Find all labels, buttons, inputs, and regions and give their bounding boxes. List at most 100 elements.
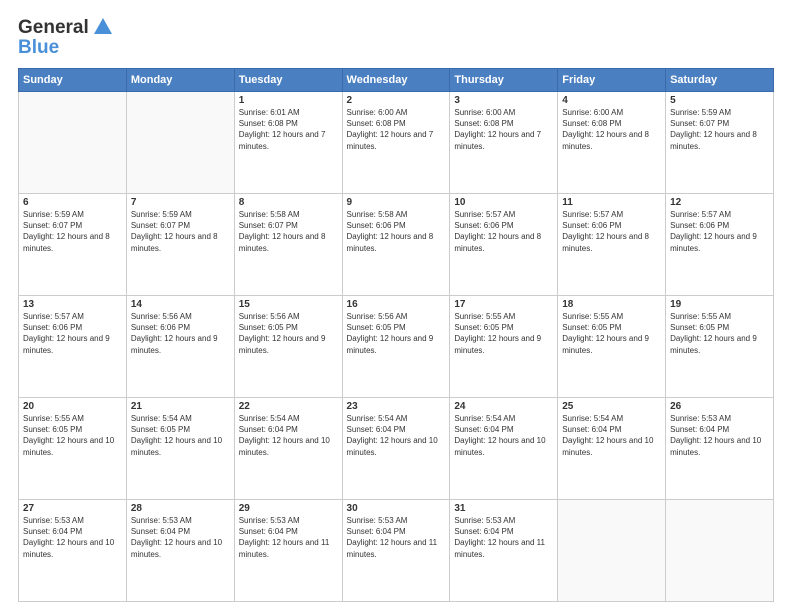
cell-info: Sunrise: 5:54 AMSunset: 6:04 PMDaylight:… — [347, 413, 446, 458]
day-number: 24 — [454, 401, 553, 412]
calendar-cell: 31Sunrise: 5:53 AMSunset: 6:04 PMDayligh… — [450, 499, 558, 601]
calendar-cell: 12Sunrise: 5:57 AMSunset: 6:06 PMDayligh… — [666, 193, 774, 295]
weekday-header-row: SundayMondayTuesdayWednesdayThursdayFrid… — [19, 68, 774, 91]
calendar-cell: 6Sunrise: 5:59 AMSunset: 6:07 PMDaylight… — [19, 193, 127, 295]
week-row-3: 13Sunrise: 5:57 AMSunset: 6:06 PMDayligh… — [19, 295, 774, 397]
cell-info: Sunrise: 5:55 AMSunset: 6:05 PMDaylight:… — [23, 413, 122, 458]
calendar-cell: 4Sunrise: 6:00 AMSunset: 6:08 PMDaylight… — [558, 91, 666, 193]
calendar-cell: 24Sunrise: 5:54 AMSunset: 6:04 PMDayligh… — [450, 397, 558, 499]
day-number: 22 — [239, 401, 338, 412]
day-number: 16 — [347, 299, 446, 310]
calendar-cell — [666, 499, 774, 601]
cell-info: Sunrise: 5:57 AMSunset: 6:06 PMDaylight:… — [23, 311, 122, 356]
day-number: 29 — [239, 503, 338, 514]
week-row-5: 27Sunrise: 5:53 AMSunset: 6:04 PMDayligh… — [19, 499, 774, 601]
calendar-cell: 26Sunrise: 5:53 AMSunset: 6:04 PMDayligh… — [666, 397, 774, 499]
day-number: 14 — [131, 299, 230, 310]
calendar-cell: 15Sunrise: 5:56 AMSunset: 6:05 PMDayligh… — [234, 295, 342, 397]
calendar-cell: 16Sunrise: 5:56 AMSunset: 6:05 PMDayligh… — [342, 295, 450, 397]
day-number: 27 — [23, 503, 122, 514]
cell-info: Sunrise: 5:53 AMSunset: 6:04 PMDaylight:… — [347, 515, 446, 560]
cell-info: Sunrise: 5:56 AMSunset: 6:05 PMDaylight:… — [347, 311, 446, 356]
cell-info: Sunrise: 5:59 AMSunset: 6:07 PMDaylight:… — [131, 209, 230, 254]
cell-info: Sunrise: 5:54 AMSunset: 6:04 PMDaylight:… — [562, 413, 661, 458]
cell-info: Sunrise: 5:54 AMSunset: 6:04 PMDaylight:… — [239, 413, 338, 458]
calendar-cell: 23Sunrise: 5:54 AMSunset: 6:04 PMDayligh… — [342, 397, 450, 499]
weekday-thursday: Thursday — [450, 68, 558, 91]
day-number: 21 — [131, 401, 230, 412]
day-number: 11 — [562, 197, 661, 208]
day-number: 25 — [562, 401, 661, 412]
calendar-cell: 9Sunrise: 5:58 AMSunset: 6:06 PMDaylight… — [342, 193, 450, 295]
day-number: 6 — [23, 197, 122, 208]
day-number: 15 — [239, 299, 338, 310]
cell-info: Sunrise: 5:58 AMSunset: 6:06 PMDaylight:… — [347, 209, 446, 254]
cell-info: Sunrise: 5:57 AMSunset: 6:06 PMDaylight:… — [454, 209, 553, 254]
cell-info: Sunrise: 5:53 AMSunset: 6:04 PMDaylight:… — [454, 515, 553, 560]
weekday-sunday: Sunday — [19, 68, 127, 91]
calendar-cell: 8Sunrise: 5:58 AMSunset: 6:07 PMDaylight… — [234, 193, 342, 295]
day-number: 1 — [239, 95, 338, 106]
day-number: 4 — [562, 95, 661, 106]
day-number: 7 — [131, 197, 230, 208]
week-row-1: 1Sunrise: 6:01 AMSunset: 6:08 PMDaylight… — [19, 91, 774, 193]
cell-info: Sunrise: 5:58 AMSunset: 6:07 PMDaylight:… — [239, 209, 338, 254]
calendar-cell: 20Sunrise: 5:55 AMSunset: 6:05 PMDayligh… — [19, 397, 127, 499]
day-number: 31 — [454, 503, 553, 514]
calendar-cell: 11Sunrise: 5:57 AMSunset: 6:06 PMDayligh… — [558, 193, 666, 295]
calendar-cell: 7Sunrise: 5:59 AMSunset: 6:07 PMDaylight… — [126, 193, 234, 295]
cell-info: Sunrise: 5:57 AMSunset: 6:06 PMDaylight:… — [562, 209, 661, 254]
calendar-cell: 14Sunrise: 5:56 AMSunset: 6:06 PMDayligh… — [126, 295, 234, 397]
calendar-cell: 1Sunrise: 6:01 AMSunset: 6:08 PMDaylight… — [234, 91, 342, 193]
calendar-cell: 10Sunrise: 5:57 AMSunset: 6:06 PMDayligh… — [450, 193, 558, 295]
calendar-cell — [126, 91, 234, 193]
calendar-cell — [19, 91, 127, 193]
cell-info: Sunrise: 5:53 AMSunset: 6:04 PMDaylight:… — [131, 515, 230, 560]
logo-general: General — [18, 17, 89, 38]
calendar-cell: 30Sunrise: 5:53 AMSunset: 6:04 PMDayligh… — [342, 499, 450, 601]
day-number: 12 — [670, 197, 769, 208]
week-row-2: 6 Sunrise: 5:59 AMSunset: 6:07 PMDaylight… — [19, 193, 774, 295]
cell-info: Sunrise: 5:53 AMSunset: 6:04 PMDaylight:… — [23, 515, 122, 560]
cell-info: Sunrise: 5:55 AMSunset: 6:05 PMDaylight:… — [562, 311, 661, 356]
calendar-cell: 17Sunrise: 5:55 AMSunset: 6:05 PMDayligh… — [450, 295, 558, 397]
weekday-tuesday: Tuesday — [234, 68, 342, 91]
day-number: 17 — [454, 299, 553, 310]
header: General Blue — [18, 18, 774, 58]
cell-info: Sunrise: 6:00 AMSunset: 6:08 PMDaylight:… — [347, 107, 446, 152]
weekday-friday: Friday — [558, 68, 666, 91]
day-number: 9 — [347, 197, 446, 208]
calendar-cell: 2Sunrise: 6:00 AMSunset: 6:08 PMDaylight… — [342, 91, 450, 193]
calendar-cell: 27Sunrise: 5:53 AMSunset: 6:04 PMDayligh… — [19, 499, 127, 601]
cell-info: Sunrise: 5:54 AMSunset: 6:05 PMDaylight:… — [131, 413, 230, 458]
day-number: 23 — [347, 401, 446, 412]
cell-info: Sunrise: 5:59 AMSunset: 6:07 PMDaylight:… — [670, 107, 769, 152]
cell-info: Sunrise: 5:53 AMSunset: 6:04 PMDaylight:… — [670, 413, 769, 458]
day-number: 8 — [239, 197, 338, 208]
cell-info: Sunrise: 5:56 AMSunset: 6:06 PMDaylight:… — [131, 311, 230, 356]
cell-info: Sunrise: 5:55 AMSunset: 6:05 PMDaylight:… — [670, 311, 769, 356]
day-number: 19 — [670, 299, 769, 310]
logo-blue: Blue — [18, 38, 114, 58]
calendar-cell: 18Sunrise: 5:55 AMSunset: 6:05 PMDayligh… — [558, 295, 666, 397]
day-number: 26 — [670, 401, 769, 412]
calendar-cell: 25Sunrise: 5:54 AMSunset: 6:04 PMDayligh… — [558, 397, 666, 499]
calendar-cell: 3Sunrise: 6:00 AMSunset: 6:08 PMDaylight… — [450, 91, 558, 193]
cell-info: Sunrise: 5:53 AMSunset: 6:04 PMDaylight:… — [239, 515, 338, 560]
day-number: 3 — [454, 95, 553, 106]
day-number: 18 — [562, 299, 661, 310]
calendar-cell — [558, 499, 666, 601]
calendar-cell: 5Sunrise: 5:59 AMSunset: 6:07 PMDaylight… — [666, 91, 774, 193]
cell-info: Sunrise: 5:57 AMSunset: 6:06 PMDaylight:… — [670, 209, 769, 254]
day-number: 13 — [23, 299, 122, 310]
cell-info: Sunrise: 5:56 AMSunset: 6:05 PMDaylight:… — [239, 311, 338, 356]
calendar-cell: 29Sunrise: 5:53 AMSunset: 6:04 PMDayligh… — [234, 499, 342, 601]
week-row-4: 20Sunrise: 5:55 AMSunset: 6:05 PMDayligh… — [19, 397, 774, 499]
day-number: 28 — [131, 503, 230, 514]
cell-info: Sunrise: 6:00 AMSunset: 6:08 PMDaylight:… — [562, 107, 661, 152]
cell-info: Sunrise: 6:01 AMSunset: 6:08 PMDaylight:… — [239, 107, 338, 152]
logo: General Blue — [18, 18, 114, 58]
calendar-cell: 21Sunrise: 5:54 AMSunset: 6:05 PMDayligh… — [126, 397, 234, 499]
day-number: 30 — [347, 503, 446, 514]
cell-info: Sunrise: 5:54 AMSunset: 6:04 PMDaylight:… — [454, 413, 553, 458]
